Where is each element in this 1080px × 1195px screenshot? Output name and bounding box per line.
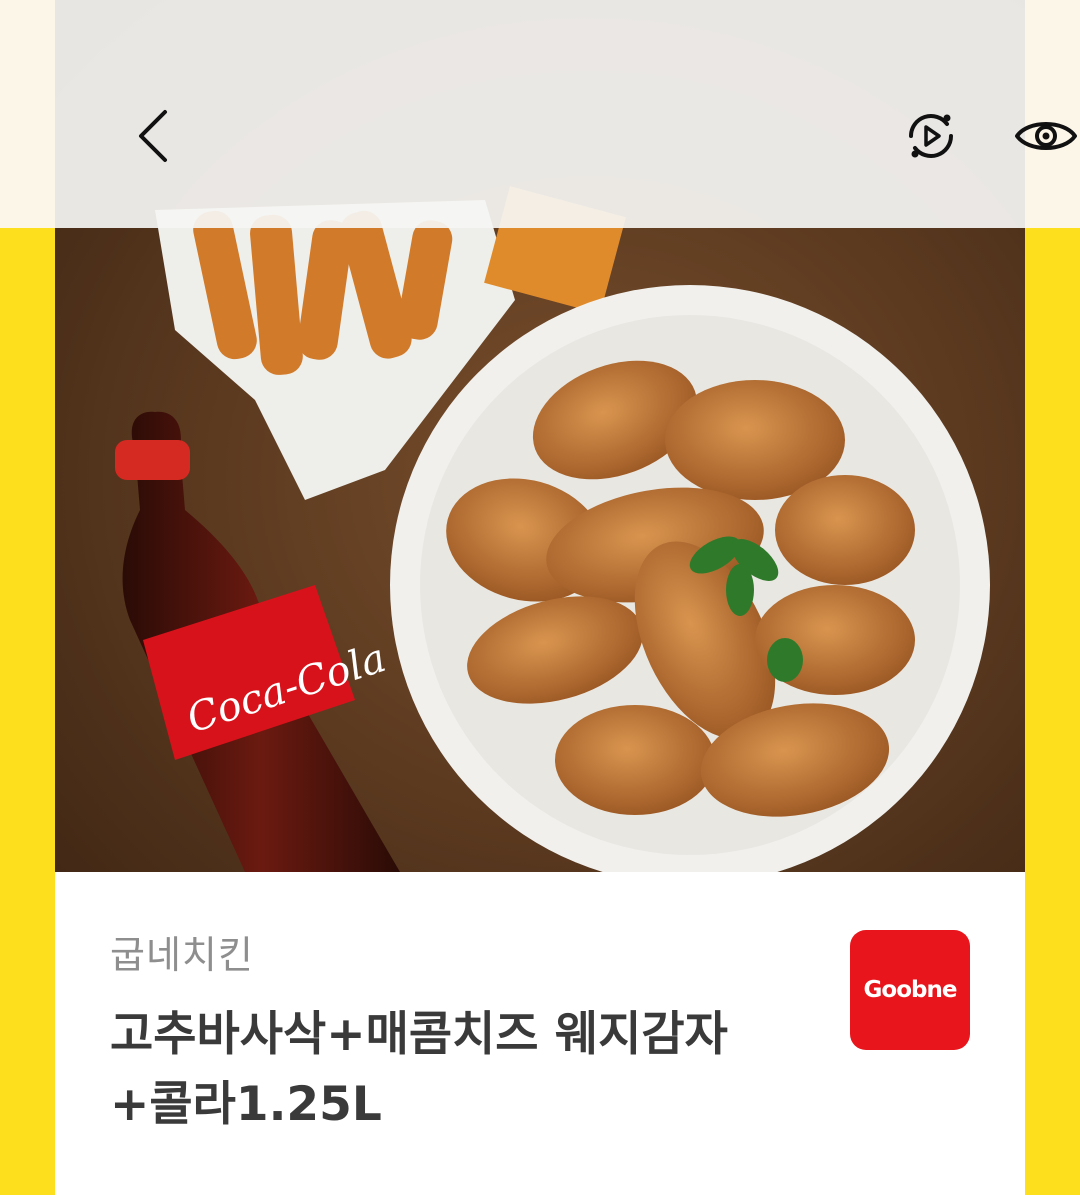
product-info: 굽네치킨 고추바사삭+매콤치즈 웨지감자+콜라1.25L Goobne xyxy=(55,872,1025,1195)
right-yellow-frame xyxy=(1025,0,1080,1195)
view-button[interactable] xyxy=(1010,106,1080,166)
top-nav-bar xyxy=(55,0,1077,228)
left-yellow-frame xyxy=(0,0,55,1195)
eye-icon xyxy=(1015,122,1077,150)
brand-logo: Goobne xyxy=(850,930,970,1050)
product-title: 고추바사삭+매콤치즈 웨지감자+콜라1.25L xyxy=(110,1007,728,1132)
chevron-left-icon xyxy=(139,110,167,162)
replay-button[interactable] xyxy=(895,103,967,169)
back-button[interactable] xyxy=(125,100,181,172)
brand-logo-text: Goobne xyxy=(863,977,958,1003)
brand-name: 굽네치킨 xyxy=(110,933,254,977)
replay-icon xyxy=(909,114,953,158)
